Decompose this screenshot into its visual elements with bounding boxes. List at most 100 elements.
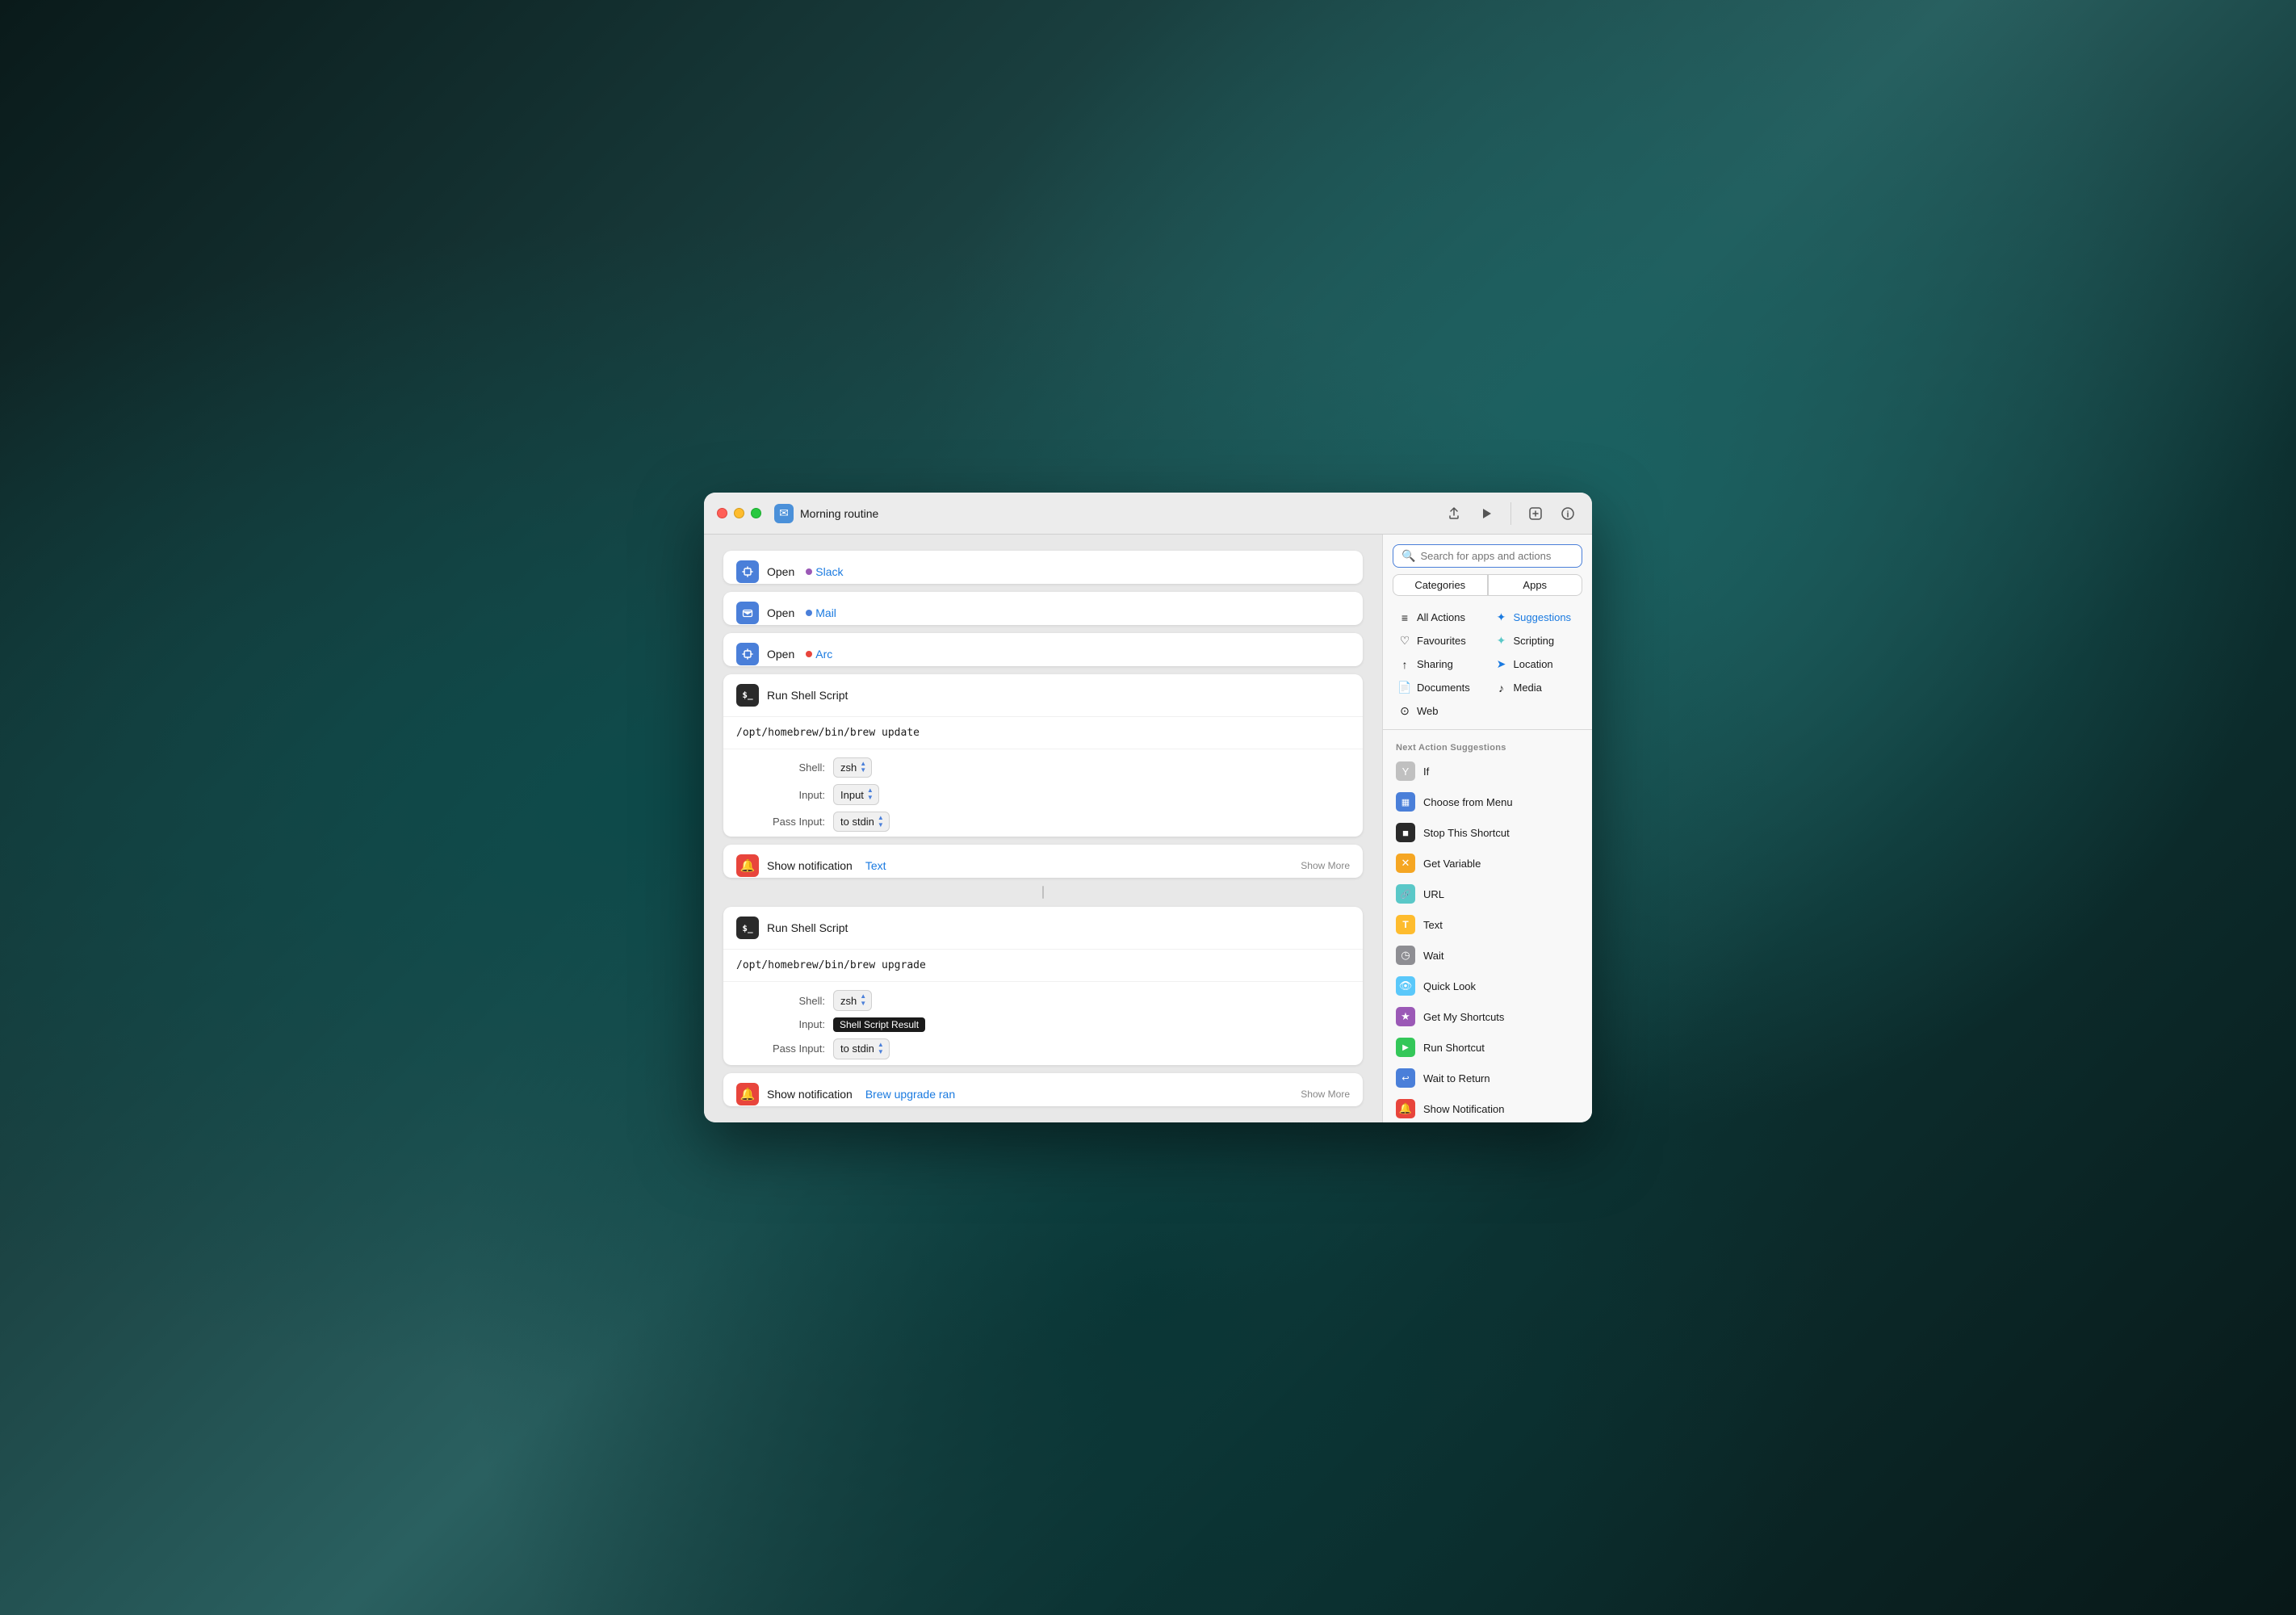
arc-dot — [806, 651, 812, 657]
suggestion-quick-look[interactable]: 👁 Quick Look — [1383, 971, 1592, 1001]
notif-1-show-more[interactable]: Show More — [1301, 860, 1350, 871]
suggestion-get-variable[interactable]: ✕ Get Variable — [1383, 848, 1592, 879]
action-open-mail-header: Open Mail — [723, 592, 1363, 625]
app-icon: ✉ — [774, 504, 794, 523]
shell-value-2: zsh — [840, 995, 857, 1007]
actions-panel: 🔍 Categories Apps ≡ All Actions ✦ Sugges… — [1382, 535, 1592, 1122]
pass-label-2: Pass Input: — [736, 1042, 825, 1055]
suggestion-run-shortcut[interactable]: ▶ Run Shortcut — [1383, 1032, 1592, 1063]
notif-2-show-more[interactable]: Show More — [1301, 1089, 1350, 1100]
shell-select-1[interactable]: zsh ▲▼ — [833, 757, 872, 778]
notif-1-param[interactable]: Text — [865, 859, 886, 872]
category-media[interactable]: ♪ Media — [1489, 677, 1583, 698]
shell-brew-upgrade-form: Shell: zsh ▲▼ Input: Shell Script Result — [723, 982, 1363, 1065]
shell-form-row-pass: Pass Input: to stdin ▲▼ — [736, 812, 1350, 833]
open-arc-app[interactable]: Arc — [815, 648, 832, 661]
notif-2-title: Show notification — [767, 1088, 853, 1101]
category-favourites[interactable]: ♡ Favourites — [1393, 631, 1486, 651]
suggestion-choose-menu[interactable]: ▦ Choose from Menu — [1383, 787, 1592, 817]
quick-look-label: Quick Look — [1423, 980, 1476, 992]
suggestion-show-notification[interactable]: 🔔 Show Notification — [1383, 1093, 1592, 1122]
open-mail-title: Open — [767, 606, 794, 619]
suggestion-url[interactable]: 🔗 URL — [1383, 879, 1592, 909]
suggestion-text[interactable]: T Text — [1383, 909, 1592, 940]
suggestions-label: Suggestions — [1514, 611, 1572, 623]
input-label-2: Input: — [736, 1018, 825, 1030]
favourites-icon: ♡ — [1397, 634, 1412, 648]
media-label: Media — [1514, 682, 1542, 694]
shell-brew-upgrade-code: /opt/homebrew/bin/brew upgrade — [723, 950, 1363, 982]
show-notif-icon: 🔔 — [1396, 1099, 1415, 1118]
shell-label-1: Shell: — [736, 761, 825, 774]
pass-arrows-2: ▲▼ — [878, 1042, 884, 1056]
category-sharing[interactable]: ↑ Sharing — [1393, 654, 1486, 674]
info-button[interactable] — [1557, 502, 1579, 525]
wait-label: Wait — [1423, 950, 1444, 962]
search-input[interactable] — [1420, 550, 1573, 562]
tab-categories[interactable]: Categories — [1393, 574, 1488, 596]
content-area: Open Slack Open — [704, 535, 1592, 1122]
input-label-1: Input: — [736, 789, 825, 801]
pass-select-1[interactable]: to stdin ▲▼ — [833, 812, 890, 833]
close-button[interactable] — [717, 508, 727, 518]
scripting-icon: ✦ — [1494, 634, 1509, 648]
titlebar-actions — [1443, 502, 1579, 525]
show-notif-label: Show Notification — [1423, 1103, 1504, 1115]
suggestion-wait-return[interactable]: ↩ Wait to Return — [1383, 1063, 1592, 1093]
action-open-slack: Open Slack — [723, 551, 1363, 584]
suggestions-icon: ✦ — [1494, 610, 1509, 624]
titlebar-divider — [1510, 502, 1511, 525]
run-shortcut-icon: ▶ — [1396, 1038, 1415, 1057]
input-select-1[interactable]: Input ▲▼ — [833, 784, 879, 805]
tab-apps[interactable]: Apps — [1488, 574, 1583, 596]
if-label: If — [1423, 766, 1429, 778]
location-icon: ➤ — [1494, 657, 1509, 671]
open-mail-app[interactable]: Mail — [815, 606, 836, 619]
shell-select-2[interactable]: zsh ▲▼ — [833, 990, 872, 1011]
category-scripting[interactable]: ✦ Scripting — [1489, 631, 1583, 651]
shell-brew-upgrade-header: $_ Run Shell Script — [723, 907, 1363, 950]
shell-brew-upgrade-title: Run Shell Script — [767, 921, 848, 934]
wait-icon: ◷ — [1396, 946, 1415, 965]
shell-label-2: Shell: — [736, 995, 825, 1007]
input-token-2[interactable]: Shell Script Result — [833, 1017, 925, 1032]
main-window: ✉ Morning routine — [704, 493, 1592, 1122]
category-web[interactable]: ⊙ Web — [1393, 701, 1486, 721]
category-suggestions[interactable]: ✦ Suggestions — [1489, 607, 1583, 627]
pass-select-2[interactable]: to stdin ▲▼ — [833, 1038, 890, 1059]
minimize-button[interactable] — [734, 508, 744, 518]
open-slack-app[interactable]: Slack — [815, 565, 843, 578]
play-button[interactable] — [1475, 502, 1498, 525]
sharing-icon: ↑ — [1397, 658, 1412, 671]
notif-2-param[interactable]: Brew upgrade ran — [865, 1088, 955, 1101]
add-to-dock-button[interactable] — [1524, 502, 1547, 525]
text-label: Text — [1423, 919, 1443, 931]
shell-brew-update-header: $_ Run Shell Script — [723, 674, 1363, 717]
suggestion-get-shortcuts[interactable]: ★ Get My Shortcuts — [1383, 1001, 1592, 1032]
notif-icon-2: 🔔 — [736, 1083, 759, 1105]
category-location[interactable]: ➤ Location — [1489, 654, 1583, 674]
suggestions-section-header: Next Action Suggestions — [1383, 736, 1592, 756]
text-icon: T — [1396, 915, 1415, 934]
open-arc-title: Open — [767, 648, 794, 661]
suggestion-stop-shortcut[interactable]: ■ Stop This Shortcut — [1383, 817, 1592, 848]
action-open-slack-header: Open Slack — [723, 551, 1363, 584]
category-all-actions[interactable]: ≡ All Actions — [1393, 607, 1486, 627]
shell-brew-update-code: /opt/homebrew/bin/brew update — [723, 717, 1363, 749]
if-icon-char: Y — [1402, 766, 1410, 778]
slack-dot — [806, 568, 812, 575]
titlebar: ✉ Morning routine — [704, 493, 1592, 535]
url-label: URL — [1423, 888, 1444, 900]
suggestion-if[interactable]: Y If — [1383, 756, 1592, 787]
maximize-button[interactable] — [751, 508, 761, 518]
pass-value-1: to stdin — [840, 816, 874, 828]
suggestion-wait[interactable]: ◷ Wait — [1383, 940, 1592, 971]
shell-form-row-input: Input: Input ▲▼ — [736, 784, 1350, 805]
window-title: Morning routine — [800, 507, 1443, 520]
share-button[interactable] — [1443, 502, 1465, 525]
search-input-wrap[interactable]: 🔍 — [1393, 544, 1582, 568]
category-documents[interactable]: 📄 Documents — [1393, 677, 1486, 698]
web-icon: ⊙ — [1397, 704, 1412, 718]
handle-bar-2 — [1042, 886, 1044, 899]
choose-menu-label: Choose from Menu — [1423, 796, 1513, 808]
